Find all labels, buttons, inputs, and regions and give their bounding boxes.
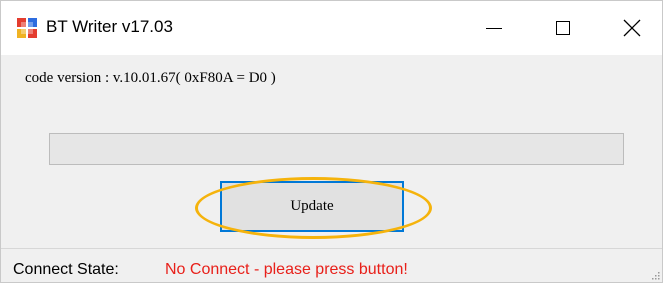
minimize-icon <box>486 27 502 29</box>
code-version-label: code version : v.10.01.67( 0xF80A = D0 ) <box>25 70 276 86</box>
status-bar: Connect State: No Connect - please press… <box>1 249 662 282</box>
connect-state-value: No Connect - please press button! <box>165 261 408 278</box>
minimize-button[interactable] <box>467 1 521 55</box>
app-window: BT Writer v17.03 code version : v.10.01.… <box>0 0 663 283</box>
connect-state-label: Connect State: <box>13 261 119 278</box>
update-button[interactable]: Update <box>220 181 404 232</box>
title-bar[interactable]: BT Writer v17.03 <box>1 1 662 55</box>
window-title: BT Writer v17.03 <box>46 17 173 36</box>
app-icon <box>17 18 37 38</box>
close-icon <box>623 19 641 37</box>
progress-bar <box>49 133 624 165</box>
maximize-icon <box>556 21 570 35</box>
maximize-button[interactable] <box>536 1 590 55</box>
resize-grip-icon[interactable] <box>650 270 660 280</box>
close-button[interactable] <box>605 1 659 55</box>
